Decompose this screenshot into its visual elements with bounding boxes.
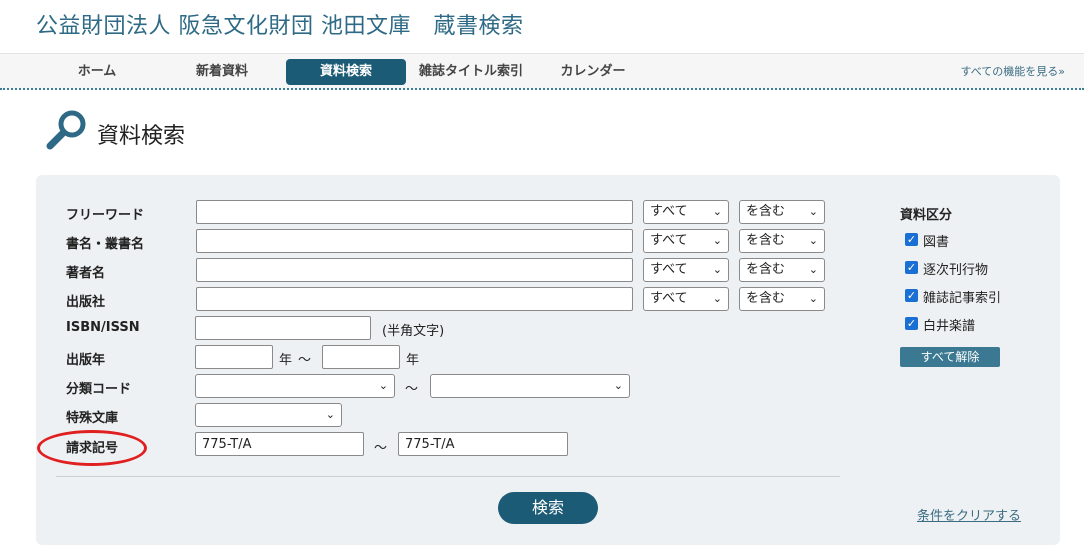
classification-from-select[interactable]: ⌄ xyxy=(195,374,395,398)
call-number-separator: ～ xyxy=(374,441,388,456)
material-type-title: 資料区分 xyxy=(900,208,953,223)
check-icon: ✓ xyxy=(906,261,917,274)
classification-separator: ～ xyxy=(405,382,419,397)
checkbox-journal-index-label: 雑誌記事索引 xyxy=(923,291,1002,306)
chevron-down-icon: ⌄ xyxy=(712,263,722,276)
main-nav: ホーム 新着資料 資料検索 雑誌タイトル索引 カレンダー すべての機能を見る» xyxy=(0,53,1084,90)
chevron-down-icon: ⌄ xyxy=(808,292,818,305)
isbn-label: ISBN/ISSN xyxy=(66,320,140,335)
chevron-down-icon: ⌄ xyxy=(712,292,722,305)
nav-home[interactable]: ホーム xyxy=(54,59,140,85)
nav-material-search[interactable]: 資料検索 xyxy=(286,59,406,85)
author-match-select[interactable]: を含む ⌄ xyxy=(739,258,825,282)
isbn-input[interactable] xyxy=(195,316,371,340)
publisher-match-select[interactable]: を含む ⌄ xyxy=(739,287,825,311)
freeword-scope-select[interactable]: すべて ⌄ xyxy=(643,200,729,224)
title-input[interactable] xyxy=(196,229,633,253)
checkbox-serials[interactable]: ✓ xyxy=(905,261,918,274)
publisher-scope-select[interactable]: すべて ⌄ xyxy=(643,287,729,311)
publisher-input[interactable] xyxy=(196,287,633,311)
classification-to-select[interactable]: ⌄ xyxy=(430,374,630,398)
year-label: 出版年 xyxy=(66,353,106,368)
clear-conditions-link[interactable]: 条件をクリアする xyxy=(917,505,1021,524)
year-to-input[interactable] xyxy=(322,345,400,369)
nav-calendar[interactable]: カレンダー xyxy=(548,59,638,85)
magnifier-icon xyxy=(46,110,86,150)
chevron-down-icon: ⌄ xyxy=(808,263,818,276)
site-title: 公益財団法人 阪急文化財団 池田文庫 蔵書検索 xyxy=(36,14,524,39)
chevron-down-icon: ⌄ xyxy=(613,379,623,392)
call-number-label: 請求記号 xyxy=(66,441,119,456)
checkbox-books[interactable]: ✓ xyxy=(905,233,918,246)
classification-label: 分類コード xyxy=(66,382,132,397)
special-collection-label: 特殊文庫 xyxy=(66,411,119,426)
title-label: 書名・叢書名 xyxy=(66,237,145,252)
freeword-label: フリーワード xyxy=(66,208,145,223)
special-collection-select[interactable]: ⌄ xyxy=(195,403,342,427)
uncheck-all-button[interactable]: すべて解除 xyxy=(900,347,1000,367)
all-features-link[interactable]: すべての機能を見る» xyxy=(960,63,1065,79)
title-match-select[interactable]: を含む ⌄ xyxy=(739,229,825,253)
checkbox-shirai-scores-label: 白井楽譜 xyxy=(923,319,976,334)
author-scope-select[interactable]: すべて ⌄ xyxy=(643,258,729,282)
author-input[interactable] xyxy=(196,258,633,282)
search-button[interactable]: 検索 xyxy=(498,492,598,524)
chevron-down-icon: ⌄ xyxy=(712,234,722,247)
check-icon: ✓ xyxy=(906,289,917,302)
isbn-note: (半角文字) xyxy=(382,324,445,339)
chevron-down-icon: ⌄ xyxy=(808,234,818,247)
year-from-unit: 年 xyxy=(279,353,293,368)
divider xyxy=(56,476,840,477)
chevron-down-icon: ⌄ xyxy=(325,408,335,421)
checkbox-books-label: 図書 xyxy=(923,235,950,250)
call-number-to-input[interactable] xyxy=(398,432,568,456)
freeword-input[interactable] xyxy=(196,200,633,224)
checkbox-serials-label: 逐次刊行物 xyxy=(923,263,989,278)
author-label: 著者名 xyxy=(66,266,106,281)
year-to-unit: 年 xyxy=(406,353,420,368)
checkbox-journal-index[interactable]: ✓ xyxy=(905,289,918,302)
page-title: 資料検索 xyxy=(97,124,186,149)
chevron-down-icon: ⌄ xyxy=(378,379,388,392)
year-separator: ～ xyxy=(298,353,312,368)
chevron-down-icon: ⌄ xyxy=(712,205,722,218)
year-from-input[interactable] xyxy=(195,345,273,369)
nav-journal-title-index[interactable]: 雑誌タイトル索引 xyxy=(412,59,530,85)
check-icon: ✓ xyxy=(906,233,917,246)
check-icon: ✓ xyxy=(906,317,917,330)
freeword-match-select[interactable]: を含む ⌄ xyxy=(739,200,825,224)
title-scope-select[interactable]: すべて ⌄ xyxy=(643,229,729,253)
checkbox-shirai-scores[interactable]: ✓ xyxy=(905,317,918,330)
publisher-label: 出版社 xyxy=(66,295,106,310)
nav-new-materials[interactable]: 新着資料 xyxy=(179,59,265,85)
chevron-down-icon: ⌄ xyxy=(808,205,818,218)
call-number-from-input[interactable] xyxy=(195,432,364,456)
